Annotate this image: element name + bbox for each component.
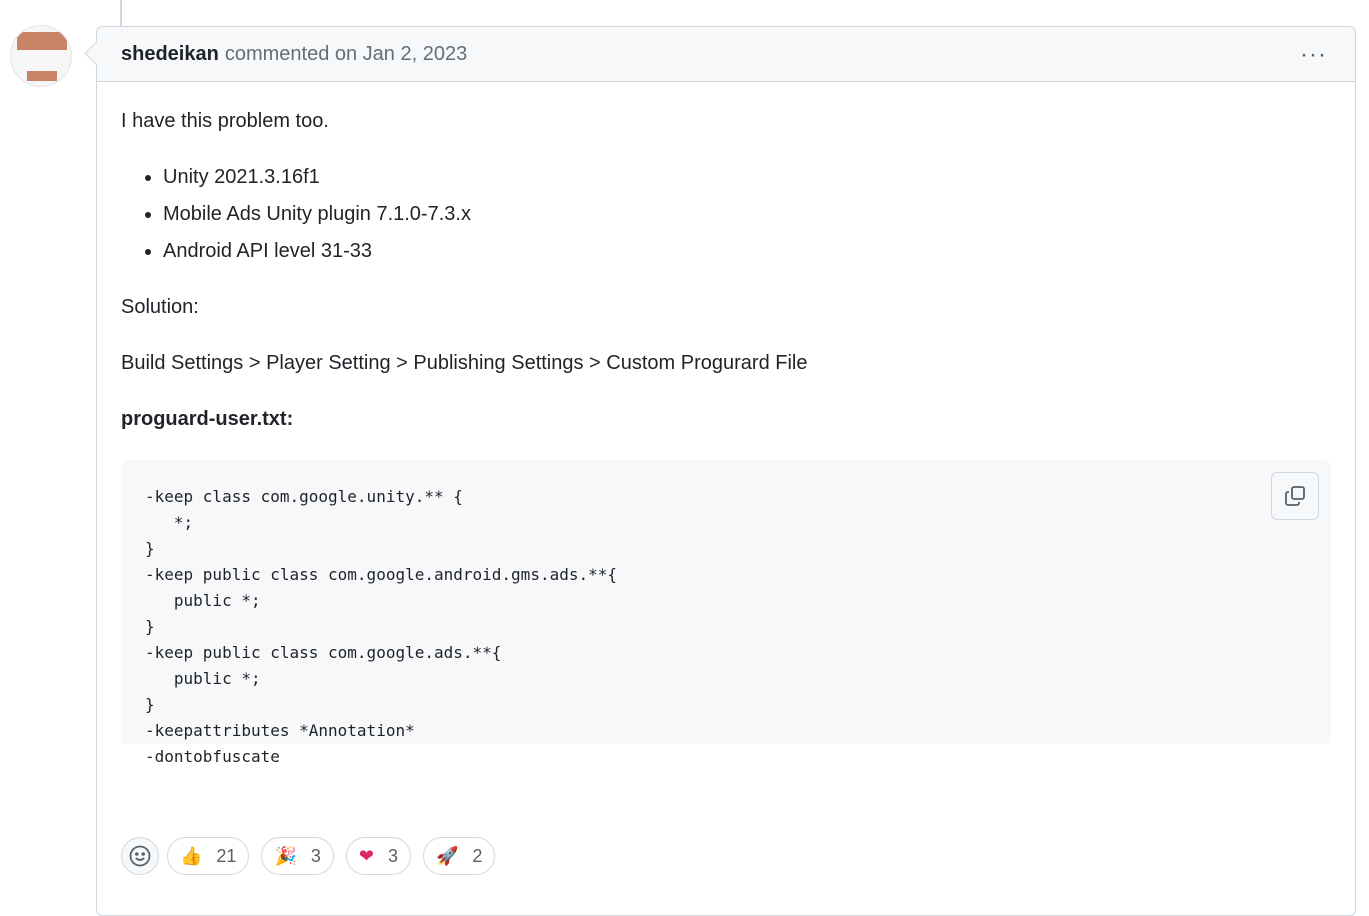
add-reaction-button[interactable]	[121, 837, 159, 875]
avatar-pattern-top	[17, 32, 67, 50]
reaction-tada[interactable]: 🎉 3	[261, 837, 334, 875]
rocket-icon: 🚀	[436, 845, 459, 866]
intro-text: I have this problem too.	[121, 110, 329, 132]
reaction-count: 3	[387, 845, 398, 866]
reaction-rocket[interactable]: 🚀 2	[423, 837, 496, 875]
heart-icon: ❤	[358, 845, 374, 866]
reaction-thumbs-up[interactable]: 👍 21	[167, 837, 250, 875]
list-item: Android API level 31-33	[163, 236, 1331, 266]
timeline-line	[120, 0, 122, 26]
reactions-bar: 👍 21 🎉 3 ❤ 3 🚀 2	[121, 837, 507, 875]
reaction-count: 21	[216, 845, 237, 866]
avatar-pattern-bottom	[27, 71, 57, 81]
comment-author[interactable]: shedeikan	[121, 43, 219, 66]
comment-header: shedeikan commented on Jan 2, 2023 ···	[97, 27, 1355, 82]
smiley-icon	[129, 845, 151, 867]
copy-icon	[1285, 486, 1305, 506]
copy-button[interactable]	[1271, 472, 1319, 520]
reaction-count: 2	[472, 845, 483, 866]
settings-path: Build Settings > Player Setting > Publis…	[121, 352, 808, 374]
list-item: Mobile Ads Unity plugin 7.1.0-7.3.x	[163, 199, 1331, 229]
comment-meta[interactable]: commented on Jan 2, 2023	[225, 43, 467, 66]
code-text[interactable]: -keep class com.google.unity.** { *; } -…	[145, 484, 1307, 770]
avatar[interactable]	[10, 25, 72, 87]
comment-box: shedeikan commented on Jan 2, 2023 ··· I…	[84, 26, 1356, 916]
code-block[interactable]: -keep class com.google.unity.** { *; } -…	[121, 460, 1331, 766]
reaction-count: 3	[310, 845, 321, 866]
thumbs-up-icon: 👍	[180, 845, 203, 866]
kebab-horizontal-icon[interactable]: ···	[1300, 41, 1327, 69]
tada-icon: 🎉	[274, 845, 297, 866]
file-name: proguard-user.txt:	[121, 408, 294, 430]
comment-body: I have this problem too. Unity 2021.3.16…	[97, 82, 1355, 766]
reaction-heart[interactable]: ❤ 3	[345, 837, 411, 875]
list-item: Unity 2021.3.16f1	[163, 162, 1331, 192]
solution-label: Solution:	[121, 296, 199, 318]
environment-list: Unity 2021.3.16f1 Mobile Ads Unity plugi…	[121, 162, 1331, 266]
